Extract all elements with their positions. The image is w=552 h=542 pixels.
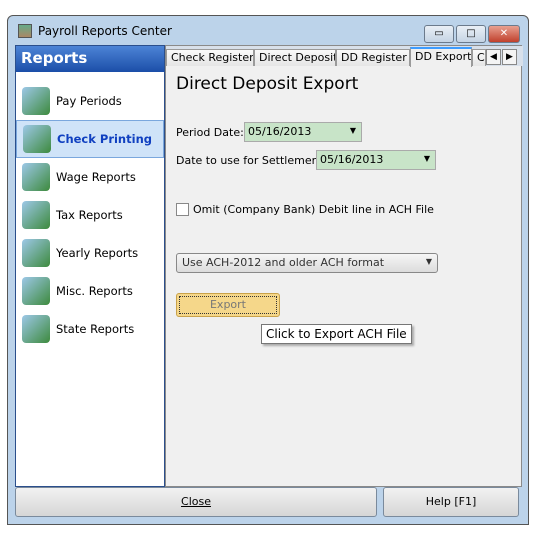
sidebar-item-tax-reports[interactable]: Tax Reports <box>16 196 164 234</box>
reports-sidebar: Reports Pay Periods Check Printing Wage … <box>15 45 165 487</box>
title-bar: Payroll Reports Center <box>18 24 172 38</box>
period-date-picker[interactable]: 05/16/2013 ▼ <box>244 122 362 142</box>
export-tooltip: Click to Export ACH File <box>261 324 412 344</box>
close-window-button[interactable]: ✕ <box>488 25 520 43</box>
close-label: Close <box>181 495 211 508</box>
sidebar-item-label: State Reports <box>56 322 135 336</box>
sidebar-item-state-reports[interactable]: State Reports <box>16 310 164 348</box>
ach-format-value: Use ACH-2012 and older ACH format <box>182 256 385 269</box>
tab-scroll-right-icon[interactable]: ▶ <box>502 49 517 65</box>
page-title: Direct Deposit Export <box>176 74 359 94</box>
settlement-date-value: 05/16/2013 <box>320 153 384 166</box>
sidebar-header: Reports <box>16 46 164 72</box>
sidebar-item-label: Misc. Reports <box>56 284 133 298</box>
chevron-down-icon: ▼ <box>423 154 430 163</box>
export-button[interactable]: Export <box>176 293 280 317</box>
tab-overflow[interactable]: C <box>472 49 486 66</box>
omit-debit-label[interactable]: Omit (Company Bank) Debit line in ACH Fi… <box>193 203 434 216</box>
tab-dd-register[interactable]: DD Register <box>336 49 410 66</box>
minimize-button[interactable]: ▭ <box>424 25 454 43</box>
sidebar-item-wage-reports[interactable]: Wage Reports <box>16 158 164 196</box>
tax-reports-icon <box>22 201 50 229</box>
window-title: Payroll Reports Center <box>38 24 172 38</box>
sidebar-item-check-printing[interactable]: Check Printing <box>16 120 164 158</box>
tab-check-register[interactable]: Check Register <box>166 49 254 66</box>
wage-reports-icon <box>22 163 50 191</box>
misc-reports-icon <box>22 277 50 305</box>
chevron-down-icon: ▼ <box>425 257 432 266</box>
chevron-down-icon: ▼ <box>349 126 356 135</box>
app-window: Payroll Reports Center ▭ □ ✕ Reports Pay… <box>7 15 529 525</box>
sidebar-item-misc-reports[interactable]: Misc. Reports <box>16 272 164 310</box>
settlement-date-label: Date to use for Settlement: <box>176 154 327 167</box>
tab-dd-export[interactable]: DD Export <box>410 47 472 67</box>
yearly-reports-icon <box>22 239 50 267</box>
state-reports-icon <box>22 315 50 343</box>
settlement-date-picker[interactable]: 05/16/2013 ▼ <box>316 150 436 170</box>
sidebar-item-yearly-reports[interactable]: Yearly Reports <box>16 234 164 272</box>
sidebar-item-pay-periods[interactable]: Pay Periods <box>16 82 164 120</box>
sidebar-item-label: Check Printing <box>57 132 152 146</box>
tab-direct-deposit[interactable]: Direct Deposit <box>254 49 336 66</box>
ach-format-select[interactable]: Use ACH-2012 and older ACH format ▼ <box>176 253 438 273</box>
tab-scroll-left-icon[interactable]: ◀ <box>486 49 501 65</box>
period-date-value: 05/16/2013 <box>248 125 312 138</box>
sidebar-item-label: Tax Reports <box>56 208 123 222</box>
help-button[interactable]: Help [F1] <box>383 487 519 517</box>
sidebar-item-label: Pay Periods <box>56 94 122 108</box>
check-printing-icon <box>23 125 51 153</box>
tab-strip: Check Register Direct Deposit DD Registe… <box>166 46 523 67</box>
sidebar-item-label: Wage Reports <box>56 170 136 184</box>
sidebar-item-label: Yearly Reports <box>56 246 139 260</box>
app-icon <box>18 24 32 38</box>
pay-periods-icon <box>22 87 50 115</box>
close-button[interactable]: Close <box>15 487 377 517</box>
maximize-button[interactable]: □ <box>456 25 486 43</box>
omit-debit-checkbox[interactable] <box>176 203 189 216</box>
main-panel: Check Register Direct Deposit DD Registe… <box>165 45 523 487</box>
period-date-label: Period Date: <box>176 126 244 139</box>
